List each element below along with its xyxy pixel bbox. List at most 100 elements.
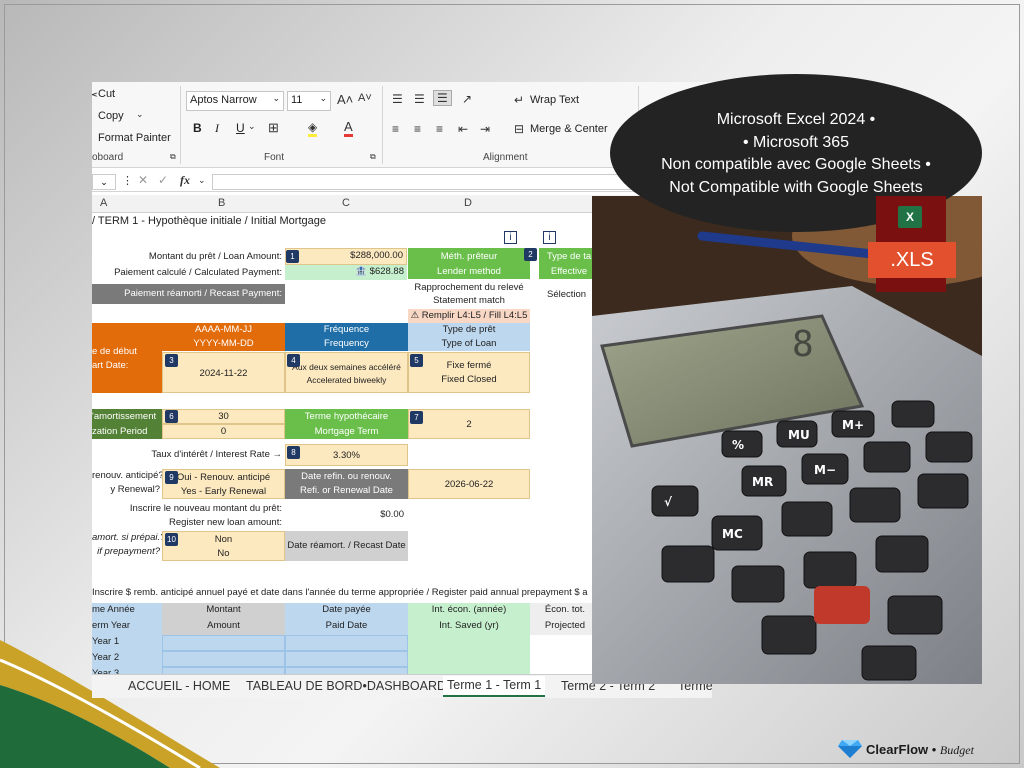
column-header-c[interactable]: C xyxy=(342,197,350,209)
align-left-icon[interactable]: ≡ xyxy=(392,122,399,136)
tab-accueil-home[interactable]: ACCUEIL - HOME xyxy=(128,679,230,693)
loan-amount-label: Montant du prêt / Loan Amount: xyxy=(148,251,282,262)
step-badge: 5 xyxy=(410,354,423,367)
insert-function-button[interactable]: fx xyxy=(180,173,190,188)
early-renewal-label: renouv. anticipé? y Renewal? xyxy=(92,470,162,495)
amortization-years-cell[interactable]: 30 xyxy=(162,409,285,424)
underline-button[interactable]: U xyxy=(236,121,245,135)
wrap-text-icon[interactable]: ↵ xyxy=(514,93,524,107)
chevron-down-icon[interactable]: ⌄ xyxy=(136,109,144,120)
refinance-date-cell[interactable]: 2026-06-22 xyxy=(408,469,530,499)
cancel-icon[interactable]: ✕ xyxy=(138,173,148,187)
decrease-font-icon[interactable]: A˅ xyxy=(358,92,372,104)
alignment-group-label: Alignment xyxy=(483,152,528,163)
excel-logo-icon: X xyxy=(898,206,922,228)
step-badge: 6 xyxy=(165,410,178,423)
step-badge: 1 xyxy=(286,250,299,263)
date-format-header: AAAA-MM-JJ YYYY-MM-DD xyxy=(162,323,285,351)
font-family-select[interactable]: Aptos Narrow ⌄ xyxy=(186,91,284,111)
interest-rate-cell[interactable]: 3.30% xyxy=(285,444,408,466)
amortization-months-cell[interactable]: 0 xyxy=(162,424,285,439)
fill-color-icon[interactable]: ◈ xyxy=(308,120,318,137)
tab-term-1[interactable]: Terme 1 - Term 1 xyxy=(443,676,546,697)
svg-text:√: √ xyxy=(664,495,673,509)
chevron-down-icon[interactable]: ⌄ xyxy=(198,175,206,186)
merge-center-icon[interactable]: ⊟ xyxy=(514,122,524,136)
info-icon[interactable]: i xyxy=(504,231,517,244)
start-date-cell[interactable]: 2024-11-22 xyxy=(162,352,285,393)
dialog-launcher-icon[interactable]: ⧉ xyxy=(170,152,176,162)
mortgage-term-cell[interactable]: 2 xyxy=(408,409,530,439)
table-cell[interactable] xyxy=(162,651,285,667)
svg-text:%: % xyxy=(732,438,744,452)
step-badge: 7 xyxy=(410,411,423,424)
merge-center-button[interactable]: Merge & Center xyxy=(530,123,608,135)
lender-method-header: Méth. prêteur Lender method xyxy=(408,248,530,279)
bank-icon: 🏦 xyxy=(355,266,370,277)
sheet-title: / TERM 1 - Hypothèque initiale / Initial… xyxy=(92,215,326,227)
italic-button[interactable]: I xyxy=(215,121,219,136)
dialog-launcher-icon[interactable]: ⧉ xyxy=(370,152,376,162)
copy-button[interactable]: Copy xyxy=(98,110,124,122)
tab-dashboard[interactable]: TABLEAU DE BORD•DASHBOARD xyxy=(246,679,446,693)
align-bottom-icon[interactable]: ☰ xyxy=(433,90,452,106)
align-top-icon[interactable]: ☰ xyxy=(392,92,403,106)
select-label: Sélection xyxy=(547,289,587,300)
frequency-header: Fréquence Frequency xyxy=(285,323,408,351)
info-icon[interactable]: i xyxy=(543,231,556,244)
refinance-date-header: Date refin. ou renouv. Refi. or Renewal D… xyxy=(285,469,408,499)
column-header-d[interactable]: D xyxy=(464,197,472,209)
table-cell[interactable] xyxy=(285,651,408,667)
confirm-icon[interactable]: ✓ xyxy=(158,173,168,187)
mortgage-term-header: Terme hypothécaire Mortgage Term xyxy=(285,409,408,439)
table-header: Int. Saved (yr) xyxy=(408,619,530,635)
table-row-label: Year 1 xyxy=(92,635,162,651)
recast-payment-label: Paiement réamorti / Recast Payment: xyxy=(92,284,285,304)
more-icon: ⋮ xyxy=(122,175,133,187)
bubble-line: Non compatible avec Google Sheets • xyxy=(661,156,931,173)
new-loan-cell[interactable]: $0.00 xyxy=(285,508,407,522)
xls-label: .XLS xyxy=(868,242,956,278)
svg-text:M+: M+ xyxy=(842,418,864,432)
diamond-icon xyxy=(838,740,862,758)
wrap-text-button[interactable]: Wrap Text xyxy=(530,94,579,106)
table-cell[interactable] xyxy=(285,635,408,651)
step-badge: 9 xyxy=(165,471,178,484)
amortization-label: 'amortissement zation Period xyxy=(92,409,162,439)
align-center-icon[interactable]: ≡ xyxy=(414,122,421,136)
decrease-indent-icon[interactable]: ⇤ xyxy=(458,122,468,136)
cut-button[interactable]: Cut xyxy=(98,88,115,100)
increase-indent-icon[interactable]: ⇥ xyxy=(480,122,490,136)
step-badge: 3 xyxy=(165,354,178,367)
orientation-icon[interactable]: ↗ xyxy=(462,92,472,106)
bubble-line: Microsoft Excel 2024 • xyxy=(716,111,876,128)
frequency-cell[interactable]: Aux deux semaines accéléré Accelerated bi… xyxy=(285,352,408,393)
font-color-icon[interactable]: A xyxy=(344,119,353,137)
loan-amount-cell[interactable]: $288,000.00 xyxy=(285,248,407,265)
format-painter-button[interactable]: Format Painter xyxy=(98,132,171,144)
loan-type-header: Type de prêt Type of Loan xyxy=(408,323,530,351)
interest-rate-label: Taux d'intérêt / Interest Rate → xyxy=(151,449,282,460)
divider xyxy=(180,86,181,164)
align-right-icon[interactable]: ≡ xyxy=(436,122,443,136)
bold-button[interactable]: B xyxy=(193,121,202,135)
table-row-label: Year 2 xyxy=(92,651,162,667)
early-renewal-cell[interactable]: Oui - Renouv. anticipé Yes - Early Renewa… xyxy=(162,469,285,499)
calculated-payment-label: Paiement calculé / Calculated Payment: xyxy=(114,267,282,278)
table-header: Amount xyxy=(162,619,285,635)
column-header-a[interactable]: A xyxy=(100,197,107,209)
increase-font-icon[interactable]: A˄ xyxy=(337,92,353,107)
font-size-select[interactable]: 11 ⌄ xyxy=(287,91,331,111)
table-header: Écon. tot. xyxy=(530,603,600,619)
align-middle-icon[interactable]: ☰ xyxy=(414,92,425,106)
loan-type-cell[interactable]: Fixe fermé Fixed Closed xyxy=(408,352,530,393)
recast-cell[interactable]: Non No xyxy=(162,531,285,561)
chevron-down-icon[interactable]: ⌄ xyxy=(248,121,256,132)
table-header: erm Year xyxy=(92,619,162,635)
table-cell[interactable] xyxy=(162,635,285,651)
brand-logo: ClearFlow • Budget xyxy=(866,742,974,757)
borders-icon[interactable]: ⊞ xyxy=(268,120,279,136)
new-loan-label: Inscrire le nouveau montant du prêt: Regi… xyxy=(129,503,282,528)
name-box[interactable]: ⌄ xyxy=(92,174,116,190)
column-header-b[interactable]: B xyxy=(218,197,225,209)
